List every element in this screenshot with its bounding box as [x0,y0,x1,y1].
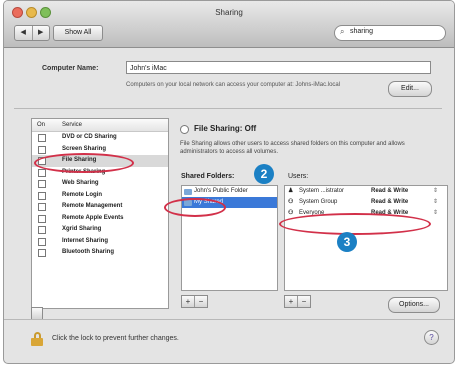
file-sharing-description: File Sharing allows other users to acces… [180,141,405,155]
annotation-circle-everyone [279,213,431,235]
service-row-remote-management[interactable]: Remote Management [32,201,168,213]
back-forward-buttons: ◀ ▶ [14,25,50,41]
popup-arrows-icon: ⇕ [433,199,439,205]
service-label: Internet Sharing [62,237,109,244]
users-plus-minus: + − [284,295,311,308]
shared-folders-label: Shared Folders: [181,173,235,180]
service-row-dvd[interactable]: DVD or CD Sharing [32,132,168,144]
service-checkbox[interactable] [38,145,46,154]
forward-button[interactable]: ▶ [31,26,50,40]
search-field[interactable]: ⌕ sharing [334,25,446,41]
remove-folder-button[interactable]: − [194,296,207,307]
user-row[interactable]: ♟ System ...istrator Read & Write ⇕ [285,186,447,197]
service-row-web[interactable]: Web Sharing [32,178,168,190]
service-label: DVD or CD Sharing [62,134,117,140]
footer-divider [4,319,454,320]
service-row-remote-login[interactable]: Remote Login [32,190,168,202]
lock-body [31,338,43,346]
user-permission-select[interactable]: Read & Write [371,197,408,208]
lock-text: Click the lock to prevent further change… [52,335,179,342]
services-list-header: On Service [32,119,168,132]
sharing-window: Sharing ◀ ▶ Show All ⌕ sharing Computer … [3,0,455,364]
user-row[interactable]: ⚇ System Group Read & Write ⇕ [285,197,447,208]
shared-folder-label: John's Public Folder [194,188,248,194]
help-button[interactable]: ? [424,330,439,345]
service-label: Web Sharing [62,180,99,186]
annotation-circle-my-shared [164,198,226,217]
service-label: Remote Management [62,203,123,209]
service-label: Bluetooth Sharing [62,249,114,255]
service-label: Remote Login [62,191,102,198]
service-checkbox[interactable] [38,168,46,177]
service-row-internet[interactable]: Internet Sharing [32,236,168,248]
callout-badge-2: 2 [254,164,274,184]
service-checkbox[interactable] [38,180,46,188]
options-button[interactable]: Options... [388,297,440,313]
service-checkbox[interactable] [38,237,46,246]
service-label: Xgrid Sharing [62,226,102,232]
window-title: Sharing [215,8,243,17]
service-checkbox[interactable] [38,191,46,200]
computer-name-field[interactable]: John's iMac [126,61,431,74]
edit-button[interactable]: Edit... [388,81,432,97]
header-service: Service [62,122,83,128]
service-row-bluetooth[interactable]: Bluetooth Sharing [32,247,168,259]
users-label: Users: [288,173,309,180]
service-checkbox[interactable] [38,203,46,211]
service-checkbox[interactable] [38,226,46,234]
services-list: On Service DVD or CD Sharing Screen Shar… [31,118,169,309]
file-sharing-status: File Sharing: Off [194,124,257,133]
search-icon: ⌕ [340,27,345,36]
back-button[interactable]: ◀ [15,26,32,40]
add-folder-button[interactable]: + [182,296,194,307]
header-on: On [37,122,46,128]
shared-folder-item[interactable]: John's Public Folder [182,186,277,197]
service-row-remote-apple-events[interactable]: Remote Apple Events [32,213,168,225]
group-icon: ⚇ [288,199,294,205]
remove-user-button[interactable]: − [297,296,310,307]
show-all-button[interactable]: Show All [53,25,103,41]
search-value: sharing [350,28,373,35]
service-checkbox[interactable] [38,214,46,223]
lock-service-spacer [32,308,42,319]
person-icon: ♟ [288,188,294,194]
lock-icon[interactable] [31,332,43,346]
shared-folders-plus-minus: + − [181,295,208,308]
folder-icon [184,189,192,195]
title-bar: Sharing ◀ ▶ Show All ⌕ sharing [4,1,454,48]
annotation-circle-file-sharing [34,153,134,173]
service-checkbox[interactable] [38,249,46,257]
computer-name-description: Computers on your local network can acce… [126,82,341,88]
popup-arrows-icon: ⇕ [433,188,439,194]
divider [14,108,442,109]
file-sharing-status-indicator [180,125,189,134]
callout-badge-3: 3 [337,232,357,252]
user-name: System ...istrator [299,188,345,194]
users-list: ♟ System ...istrator Read & Write ⇕ ⚇ Sy… [284,185,448,291]
popup-arrows-icon: ⇕ [433,210,439,216]
service-checkbox[interactable] [38,134,46,142]
service-label: Remote Apple Events [62,214,124,221]
service-row-xgrid[interactable]: Xgrid Sharing [32,224,168,236]
user-permission-select[interactable]: Read & Write [371,186,408,197]
add-user-button[interactable]: + [285,296,297,307]
user-name: System Group [299,199,338,205]
computer-name-label: Computer Name: [42,65,99,72]
